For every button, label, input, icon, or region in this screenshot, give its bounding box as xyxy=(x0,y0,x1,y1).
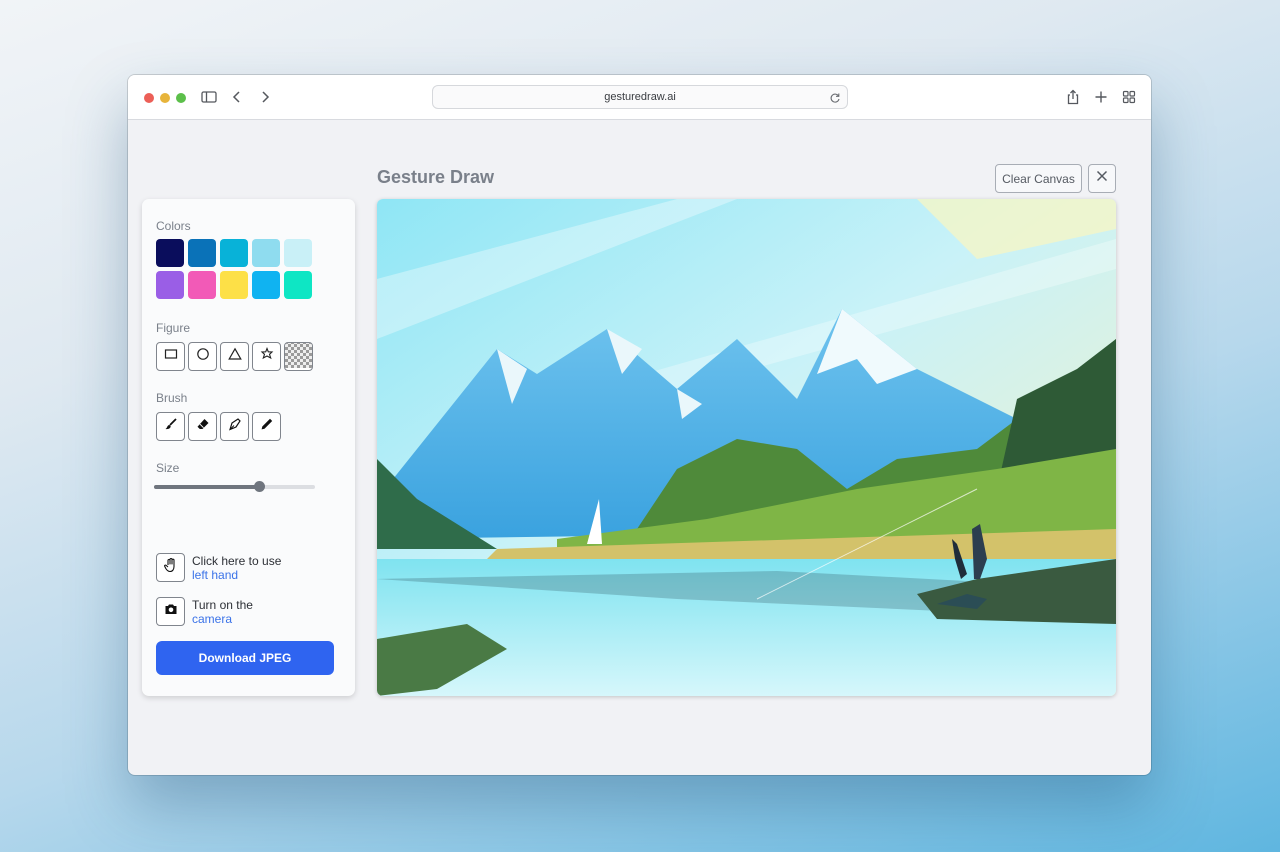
tool-panel: Colors Figure Brush Size Click here to u… xyxy=(142,199,355,696)
size-slider-fill xyxy=(154,485,259,489)
left-hand-text: Click here to use left hand xyxy=(192,554,281,582)
new-tab-icon[interactable] xyxy=(1092,88,1110,106)
forward-icon[interactable] xyxy=(256,88,274,106)
drawing-canvas[interactable] xyxy=(377,199,1116,696)
camera-button[interactable] xyxy=(156,597,185,626)
camera-line: Turn on the xyxy=(192,598,253,612)
size-label: Size xyxy=(156,461,180,475)
back-icon[interactable] xyxy=(228,88,246,106)
pen-tool[interactable] xyxy=(220,412,249,441)
brush-label: Brush xyxy=(156,391,188,405)
close-button[interactable] xyxy=(1088,164,1116,193)
share-icon[interactable] xyxy=(1064,88,1082,106)
eraser-icon xyxy=(196,417,210,436)
color-swatch[interactable] xyxy=(156,271,184,299)
star-tool[interactable] xyxy=(252,342,281,371)
figure-label: Figure xyxy=(156,321,191,335)
browser-toolbar: gesturedraw.ai xyxy=(128,75,1151,120)
tab-overview-icon[interactable] xyxy=(1120,88,1138,106)
transparent-icon xyxy=(285,343,312,370)
pencil-icon xyxy=(260,417,274,436)
page-title: Gesture Draw xyxy=(377,167,495,187)
page-content: Gesture Draw Clear Canvas Colors Figure xyxy=(128,120,1151,775)
size-slider-handle[interactable] xyxy=(253,481,265,492)
left-hand-button[interactable] xyxy=(156,553,185,582)
camera-icon xyxy=(164,602,178,621)
circle-tool[interactable] xyxy=(188,342,217,371)
color-swatch[interactable] xyxy=(156,239,184,267)
clear-canvas-button[interactable]: Clear Canvas xyxy=(995,164,1082,193)
browser-window: gesturedraw.ai Gesture Draw Clear Canvas… xyxy=(128,75,1151,775)
camera-text: Turn on the camera xyxy=(192,598,253,626)
colors-label: Colors xyxy=(156,219,191,233)
eraser-tool[interactable] xyxy=(188,412,217,441)
color-swatch[interactable] xyxy=(188,239,216,267)
color-swatch[interactable] xyxy=(252,239,280,267)
landscape-illustration xyxy=(377,199,1116,696)
pen-nib-icon xyxy=(228,417,242,436)
address-bar[interactable]: gesturedraw.ai xyxy=(432,85,848,109)
color-swatch[interactable] xyxy=(252,271,280,299)
url-text: gesturedraw.ai xyxy=(604,91,676,103)
pencil-tool[interactable] xyxy=(252,412,281,441)
triangle-tool[interactable] xyxy=(220,342,249,371)
star-icon xyxy=(260,346,274,366)
hand-icon xyxy=(163,557,179,578)
close-icon xyxy=(1095,169,1109,188)
rectangle-tool[interactable] xyxy=(156,342,185,371)
reload-icon[interactable] xyxy=(829,90,841,103)
left-hand-link[interactable]: left hand xyxy=(192,568,281,582)
sidebar-toggle-icon[interactable] xyxy=(200,88,218,106)
color-swatch[interactable] xyxy=(220,239,248,267)
download-jpeg-button[interactable]: Download JPEG xyxy=(156,641,334,675)
size-slider[interactable] xyxy=(154,481,315,492)
circle-icon xyxy=(196,347,210,366)
camera-link[interactable]: camera xyxy=(192,612,253,626)
minimize-window-button[interactable] xyxy=(160,93,170,103)
color-swatch[interactable] xyxy=(188,271,216,299)
triangle-icon xyxy=(227,347,242,366)
color-swatch[interactable] xyxy=(220,271,248,299)
transparent-tool[interactable] xyxy=(284,342,313,371)
left-hand-line: Click here to use xyxy=(192,554,282,568)
maximize-window-button[interactable] xyxy=(176,93,186,103)
color-swatch[interactable] xyxy=(284,239,312,267)
close-window-button[interactable] xyxy=(144,93,154,103)
rectangle-icon xyxy=(164,347,178,366)
brush-icon xyxy=(164,417,178,436)
color-swatch[interactable] xyxy=(284,271,312,299)
brush-tool[interactable] xyxy=(156,412,185,441)
